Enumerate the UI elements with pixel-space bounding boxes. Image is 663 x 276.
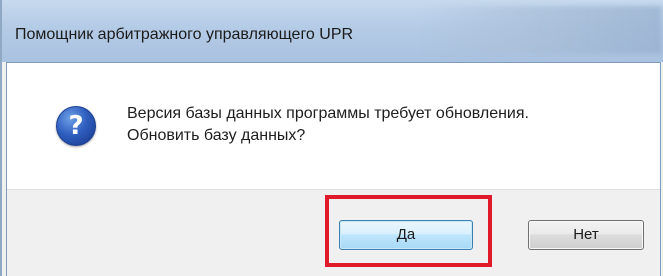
dialog-window: Помощник арбитражного управляющего UPR ?… (0, 0, 663, 276)
dialog-body: ? Версия базы данных программы требует о… (6, 62, 661, 276)
dialog-message: Версия базы данных программы требует обн… (127, 103, 529, 147)
title-bar[interactable]: Помощник арбитражного управляющего UPR (2, 0, 663, 62)
message-line-1: Версия базы данных программы требует обн… (127, 105, 529, 122)
no-button[interactable]: Нет (528, 220, 644, 250)
message-line-2: Обновить базу данных? (127, 127, 306, 144)
window-title: Помощник арбитражного управляющего UPR (15, 26, 354, 43)
question-icon: ? (56, 106, 96, 146)
message-area: ? Версия базы данных программы требует о… (7, 63, 660, 190)
yes-button[interactable]: Да (339, 220, 473, 250)
